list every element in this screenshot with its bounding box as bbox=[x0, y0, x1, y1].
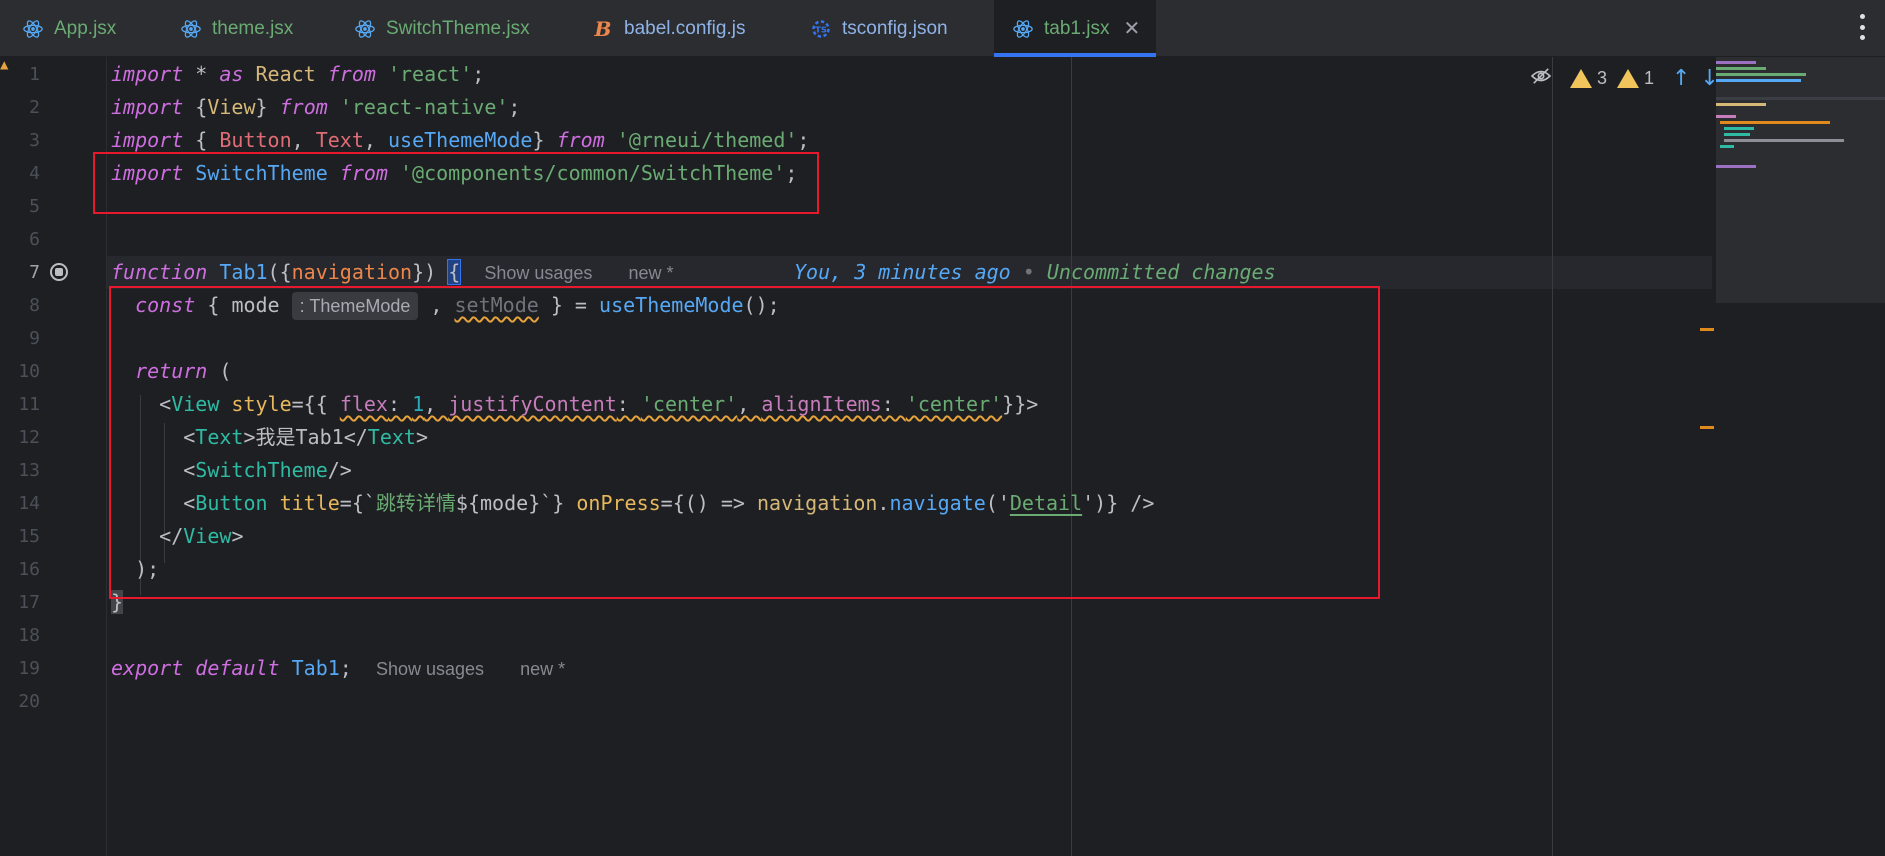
babel-icon: B bbox=[594, 16, 612, 41]
code-line-19: export default Tab1; Show usages new * bbox=[111, 656, 566, 680]
show-usages-hint[interactable]: Show usages bbox=[376, 659, 484, 679]
react-icon bbox=[180, 18, 202, 40]
svg-text:TS: TS bbox=[815, 24, 827, 34]
line-gutter: ▲ 1 2 3 4 5 6 7 8 9 10 11 12 13 14 15 16… bbox=[0, 57, 106, 856]
line-number: 3 bbox=[29, 130, 40, 151]
minimap-line bbox=[1716, 61, 1756, 64]
line-number: 9 bbox=[29, 328, 40, 349]
minimap[interactable] bbox=[1716, 57, 1885, 303]
tab-app-jsx[interactable]: App.jsx bbox=[22, 0, 116, 57]
tab-tab1-jsx[interactable]: tab1.jsx ✕ bbox=[994, 0, 1156, 57]
line-number: 15 bbox=[18, 526, 40, 547]
reader-mode-eye-off-icon[interactable] bbox=[1530, 66, 1552, 90]
tab-label: theme.jsx bbox=[212, 17, 294, 39]
minimap-line bbox=[1720, 121, 1830, 124]
code-line-1: import * as React from 'react'; bbox=[111, 62, 485, 86]
line-number: 19 bbox=[18, 658, 40, 679]
tab-babel-config[interactable]: B babel.config.js bbox=[592, 0, 746, 57]
line-number: 18 bbox=[18, 625, 40, 646]
new-badge: new * bbox=[520, 659, 566, 679]
tab-label: App.jsx bbox=[54, 17, 117, 39]
line-number: 8 bbox=[29, 295, 40, 316]
minimap-line bbox=[1716, 67, 1766, 70]
close-icon[interactable]: ✕ bbox=[1123, 16, 1140, 41]
editor-tab-bar: App.jsx theme.jsx SwitchTheme.jsx B babe… bbox=[0, 0, 1885, 57]
editor-edge-guide bbox=[1552, 57, 1553, 856]
line-number: 6 bbox=[29, 229, 40, 250]
new-badge: new * bbox=[628, 263, 674, 283]
tab-label: tsconfig.json bbox=[842, 17, 948, 39]
tab-switchtheme-jsx[interactable]: SwitchTheme.jsx bbox=[354, 0, 530, 57]
minimap-line bbox=[1716, 115, 1736, 118]
typescript-config-icon: TS bbox=[810, 18, 832, 40]
react-icon bbox=[22, 18, 44, 40]
minimap-line bbox=[1720, 145, 1734, 148]
line-number: 14 bbox=[18, 493, 40, 514]
code-line-7: function Tab1({navigation}) { Show usage… bbox=[111, 259, 1276, 285]
annotation-box-function-body bbox=[109, 286, 1380, 599]
minimap-line bbox=[1716, 73, 1806, 76]
tab-label: tab1.jsx bbox=[1044, 17, 1110, 39]
git-blame-author[interactable]: You bbox=[794, 260, 830, 284]
react-icon bbox=[354, 18, 376, 40]
inspection-widget[interactable]: 3 1 ↑ ↓ bbox=[1530, 60, 1719, 96]
tab-label: SwitchTheme.jsx bbox=[386, 17, 530, 39]
code-line-2: import {View} from 'react-native'; bbox=[111, 95, 521, 119]
minimap-line bbox=[1716, 103, 1766, 106]
line-number: 1 bbox=[29, 64, 40, 85]
line-number: 10 bbox=[18, 361, 40, 382]
run-gutter-icon[interactable] bbox=[50, 263, 68, 281]
error-stripe-mark[interactable] bbox=[1700, 426, 1714, 429]
minimap-line bbox=[1716, 79, 1801, 82]
line-number: 13 bbox=[18, 460, 40, 481]
error-stripe-mark[interactable] bbox=[1700, 328, 1714, 331]
react-icon bbox=[1012, 18, 1034, 40]
git-blame-status: Uncommitted changes bbox=[1046, 260, 1276, 284]
minimap-line bbox=[1724, 139, 1844, 142]
line-number: 12 bbox=[18, 427, 40, 448]
minimap-line bbox=[1724, 127, 1754, 130]
warning-icon bbox=[1570, 68, 1592, 88]
warning-count-a[interactable]: 3 bbox=[1570, 68, 1607, 89]
line-number: 5 bbox=[29, 196, 40, 217]
line-number: 16 bbox=[18, 559, 40, 580]
warning-count-b[interactable]: 1 bbox=[1617, 68, 1654, 89]
minimap-line bbox=[1716, 165, 1756, 168]
minimap-line bbox=[1724, 133, 1750, 136]
line-number: 20 bbox=[18, 691, 40, 712]
minimap-line bbox=[1716, 97, 1885, 100]
annotation-box-import bbox=[93, 152, 819, 214]
weak-warning-icon bbox=[1617, 68, 1640, 88]
line-number: 17 bbox=[18, 592, 40, 613]
line-number: 2 bbox=[29, 97, 40, 118]
show-usages-hint[interactable]: Show usages bbox=[484, 263, 592, 283]
line-number: 11 bbox=[18, 394, 40, 415]
tab-theme-jsx[interactable]: theme.jsx bbox=[180, 0, 293, 57]
previous-problem-arrow-up-icon[interactable]: ↑ bbox=[1672, 66, 1690, 91]
tab-tsconfig[interactable]: TS tsconfig.json bbox=[810, 0, 948, 57]
line-number: 4 bbox=[29, 163, 40, 184]
more-options-icon[interactable] bbox=[1859, 14, 1865, 40]
tab-label: babel.config.js bbox=[624, 17, 746, 39]
code-editor[interactable]: ▲ 1 2 3 4 5 6 7 8 9 10 11 12 13 14 15 16… bbox=[0, 57, 1885, 856]
line-number: 7 bbox=[29, 262, 40, 283]
